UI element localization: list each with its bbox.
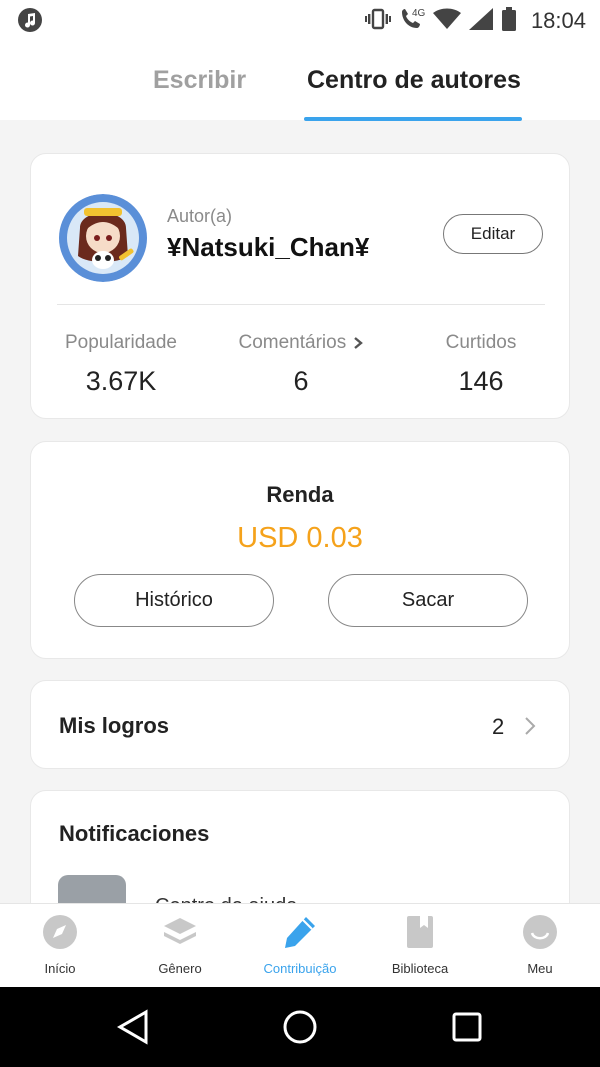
home-icon[interactable] [282, 1009, 318, 1045]
status-icons: 4G 18:04 [364, 6, 586, 37]
nav-label: Meu [527, 961, 553, 976]
wifi-icon [432, 8, 461, 35]
edit-profile-button[interactable]: Editar [443, 214, 543, 254]
stat-value: 6 [293, 366, 309, 396]
back-icon[interactable] [116, 1009, 150, 1045]
nav-label: Gênero [158, 961, 202, 976]
divider [57, 304, 545, 305]
stat-value: 146 [458, 366, 504, 396]
notifications-title: Notificaciones [59, 821, 210, 846]
active-tab-indicator [304, 117, 522, 121]
tab-centro-de-autores[interactable]: Centro de autores [307, 66, 521, 95]
stat-value: 3.67K [85, 366, 157, 396]
nav-label: Contribuição [263, 961, 337, 976]
history-button[interactable]: Histórico [74, 574, 274, 627]
nav-item-inicio[interactable]: Início [0, 904, 120, 988]
compass-icon [43, 915, 77, 949]
stat-label-with-chevron: Comentários [211, 332, 391, 354]
author-name: ¥Natsuki_Chan¥ [167, 232, 370, 262]
stat-label: Comentários [238, 332, 347, 353]
income-title: Renda [266, 482, 334, 507]
achievements-title: Mis logros [59, 713, 170, 738]
smiley-icon [523, 915, 557, 949]
music-note-icon [18, 8, 42, 32]
income-amount: USD 0.03 [237, 522, 363, 554]
layers-icon [164, 918, 196, 944]
book-icon [407, 916, 433, 948]
status-bar: 4G 18:04 [0, 0, 600, 42]
achievements-count: 2 [492, 714, 505, 739]
system-nav-bar [0, 987, 600, 1067]
status-time: 18:04 [530, 8, 586, 33]
chevron-right-icon [525, 717, 536, 735]
achievements-row[interactable]: Mis logros 2 [30, 680, 570, 769]
avatar[interactable] [58, 194, 148, 282]
tab-escribir[interactable]: Escribir [153, 66, 246, 95]
call-icon: 4G [399, 6, 425, 37]
nav-label: Biblioteca [391, 961, 449, 976]
stat-label: Curtidos [445, 332, 517, 353]
battery-icon [501, 6, 517, 36]
recents-icon[interactable] [451, 1011, 483, 1043]
top-tabs: Escribir Centro de autores [0, 42, 600, 121]
vibrate-icon [364, 8, 391, 35]
pencil-icon [285, 917, 315, 948]
signal-icon [468, 7, 493, 35]
nav-item-contribuicao[interactable]: Contribuição [240, 904, 360, 988]
stat-label: Popularidade [65, 332, 177, 353]
author-role-label: Autor(a) [167, 206, 233, 226]
nav-item-genero[interactable]: Gênero [120, 904, 240, 988]
nav-item-meu[interactable]: Meu [480, 904, 600, 988]
bottom-nav: Início Gênero Contribuição Biblioteca Me… [0, 903, 600, 987]
income-card: Renda USD 0.03 Histórico Sacar [30, 441, 570, 659]
network-label: 4G [412, 8, 425, 19]
stat-comments[interactable]: Comentários 6 [211, 332, 391, 397]
profile-card: Autor(a) ¥Natsuki_Chan¥ Editar Popularid… [30, 153, 570, 419]
withdraw-button[interactable]: Sacar [328, 574, 528, 627]
chevron-right-icon [353, 337, 363, 349]
stat-popularity: Popularidade 3.67K [31, 332, 211, 397]
nav-label: Início [44, 961, 76, 976]
stat-likes: Curtidos 146 [391, 332, 571, 397]
nav-item-biblioteca[interactable]: Biblioteca [360, 904, 480, 988]
